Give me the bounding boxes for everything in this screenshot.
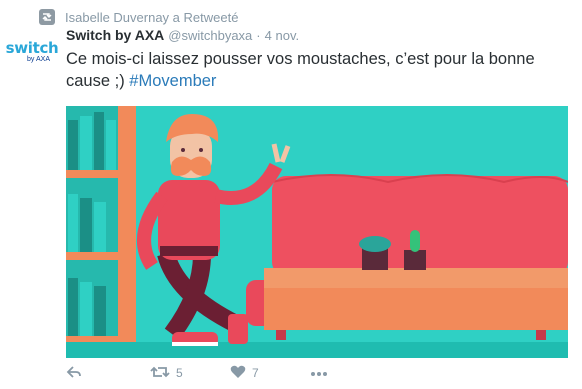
- movember-illustration: [66, 106, 568, 358]
- retweet-context: Isabelle Duvernay a Retweeté: [39, 7, 238, 27]
- tweet-text-line2: cause ;): [66, 72, 125, 90]
- separator: ·: [256, 28, 261, 43]
- avatar[interactable]: switch by AXA: [5, 38, 59, 66]
- retweet-icon: [150, 365, 170, 382]
- retweet-count: 5: [176, 366, 183, 380]
- tweet-text: Ce mois-ci laissez pousser vos moustache…: [66, 48, 566, 92]
- reply-button[interactable]: [66, 365, 150, 382]
- bookshelf: [66, 106, 136, 358]
- more-icon: [310, 366, 328, 380]
- tweet-date[interactable]: 4 nov.: [265, 28, 299, 43]
- tweet-media[interactable]: [66, 106, 568, 358]
- tweet-actions: 5 7: [66, 362, 328, 384]
- tweet-text-line1: Ce mois-ci laissez pousser vos moustache…: [66, 50, 535, 68]
- like-count: 7: [252, 366, 259, 380]
- tweet-header: Switch by AXA @switchbyaxa · 4 nov.: [66, 27, 299, 45]
- avatar-brand: switch: [5, 38, 59, 57]
- like-button[interactable]: 7: [230, 365, 310, 382]
- hashtag-link[interactable]: #Movember: [129, 72, 216, 90]
- handle[interactable]: @switchbyaxa: [168, 28, 252, 43]
- more-button[interactable]: [310, 366, 328, 380]
- display-name[interactable]: Switch by AXA: [66, 27, 164, 43]
- heart-icon: [230, 365, 246, 382]
- retweet-icon: [39, 9, 55, 25]
- coffee-table: [264, 268, 568, 330]
- retweet-button[interactable]: 5: [150, 365, 230, 382]
- reply-icon: [66, 365, 82, 382]
- avatar-sub: by AXA: [27, 55, 50, 63]
- retweet-context-text[interactable]: Isabelle Duvernay a Retweeté: [65, 10, 238, 25]
